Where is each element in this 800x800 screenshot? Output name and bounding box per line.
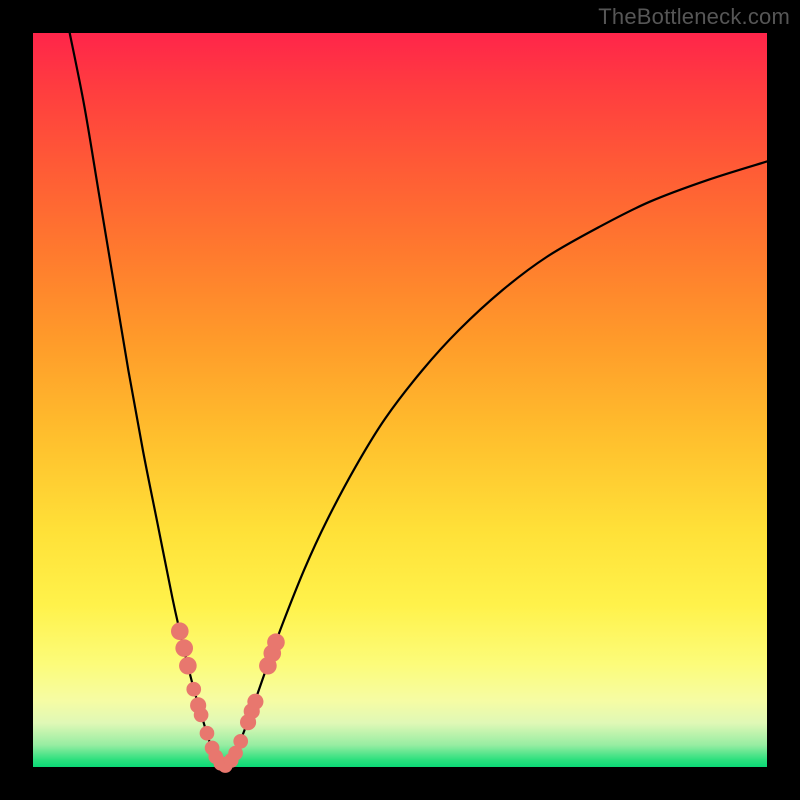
chart-svg [33, 33, 767, 767]
right-curve [225, 161, 767, 766]
marker-dot [247, 694, 263, 710]
marker-dot [186, 682, 201, 697]
left-curve [70, 33, 223, 766]
marker-dot [233, 734, 248, 749]
plot-area [33, 33, 767, 767]
highlight-markers [171, 622, 285, 772]
chart-frame: TheBottleneck.com [0, 0, 800, 800]
marker-dot [194, 708, 209, 723]
marker-dot [267, 633, 285, 651]
marker-dot [200, 726, 215, 741]
watermark-text: TheBottleneck.com [598, 4, 790, 30]
marker-dot [175, 639, 193, 657]
marker-dot [171, 622, 189, 640]
marker-dot [179, 657, 197, 675]
